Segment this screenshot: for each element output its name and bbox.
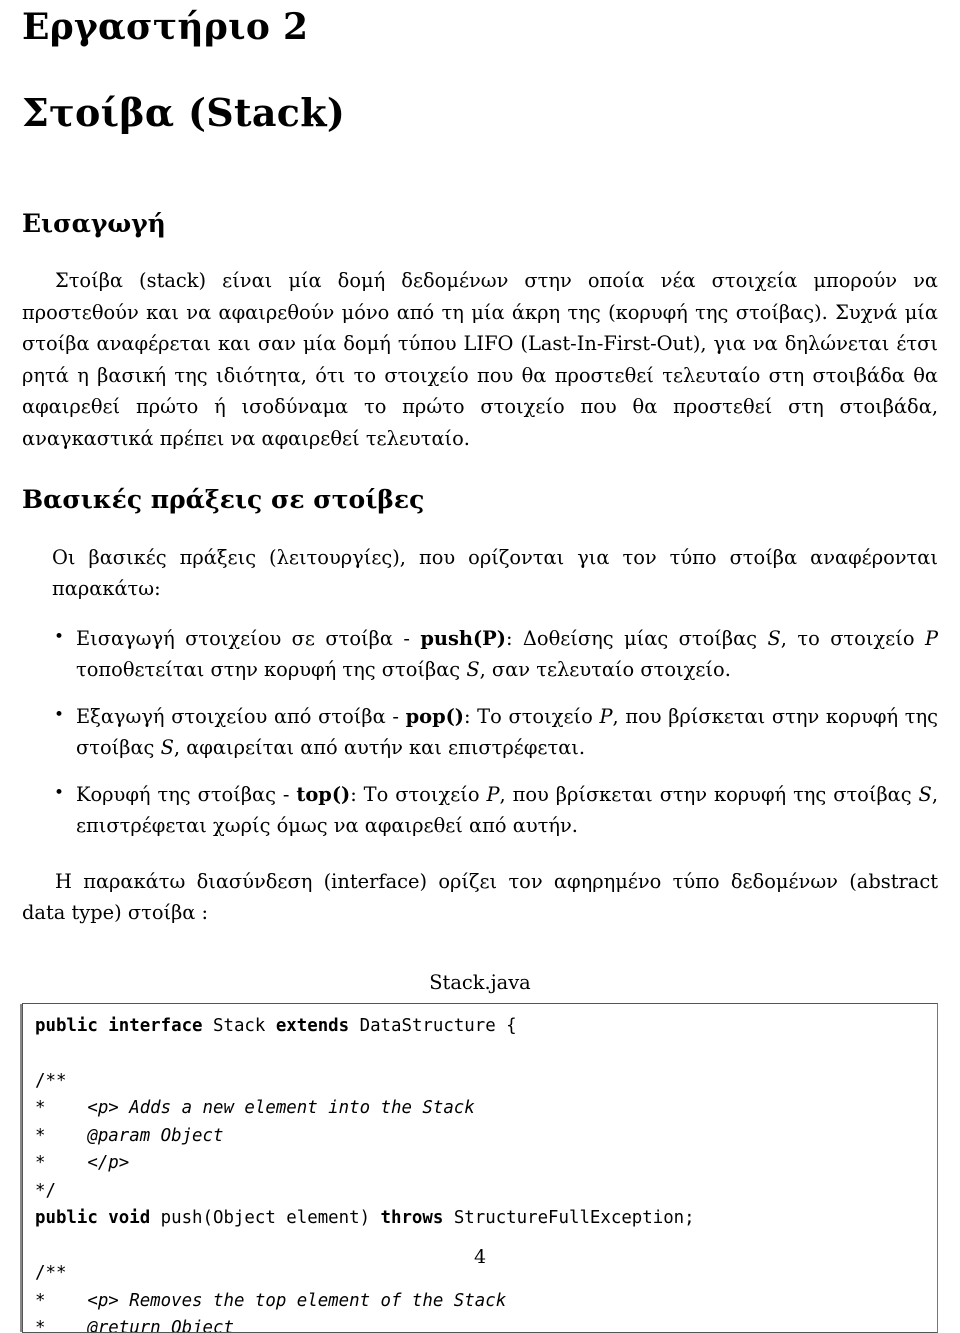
code-token: * (35, 1290, 88, 1311)
operation-text: , το στοιχείο (780, 626, 925, 650)
operation-description: Κορυφή της στοίβας - (76, 782, 297, 806)
operation-text: , σαν τελευταίο στοιχείο. (479, 658, 731, 682)
operation-text: : Δοθείσης μίας στοίβας (505, 626, 768, 650)
code-line: * <p> Removes the top element of the Sta… (35, 1288, 937, 1316)
code-token: throws (380, 1208, 454, 1229)
code-token: * (35, 1098, 88, 1119)
code-token: push(Object element) (160, 1208, 381, 1229)
page-title: Στοίβα (Stack) (22, 89, 346, 135)
code-token: */ (35, 1180, 56, 1201)
operation-text: , που βρίσκεται στην κορυφή της στοίβας (499, 782, 919, 806)
code-token: public interface (35, 1015, 213, 1036)
code-token: <p> Adds a new element into the Stack (87, 1098, 475, 1119)
code-token: <p> Removes the top element of the Stack (87, 1290, 507, 1311)
code-line: * </p> (35, 1150, 937, 1178)
code-line: public void push(Object element) throws … (35, 1205, 937, 1233)
code-token: * (35, 1318, 88, 1333)
interface-paragraph: Η παρακάτω διασύνδεση (interface) ορίζει… (22, 869, 938, 925)
operation-text: : Το στοιχείο (350, 782, 487, 806)
math-variable: P (924, 626, 938, 650)
page-number: 4 (473, 1246, 487, 1268)
intro-section: Εισαγωγή Στοίβα (stack) είναι μία δομή δ… (22, 133, 938, 454)
code-token: public void (35, 1208, 161, 1229)
code-token: </p> (87, 1153, 130, 1174)
code-token: Stack (213, 1015, 276, 1036)
code-line (35, 1040, 937, 1068)
list-item: Κορυφή της στοίβας - top(): Το στοιχείο … (22, 778, 938, 842)
operation-name: pop() (405, 704, 464, 728)
code-token: @param Object (87, 1125, 224, 1146)
operations-list: Εισαγωγή στοιχείου σε στοίβα - push(P): … (22, 605, 938, 842)
code-line: * <p> Adds a new element into the Stack (35, 1095, 937, 1123)
intro-paragraph: Στοίβα (stack) είναι μία δομή δεδομένων … (22, 269, 938, 450)
operation-name: top() (296, 782, 351, 806)
code-line: */ (35, 1178, 937, 1206)
list-item: Εξαγωγή στοιχείου από στοίβα - pop(): Το… (22, 700, 938, 764)
document-page: Εργαστήριο 2 Στοίβα (Stack) Εισαγωγή Στο… (0, 0, 960, 1333)
operation-description: Εξαγωγή στοιχείου από στοίβα - (76, 704, 406, 728)
math-variable: S (767, 626, 781, 650)
operations-section: Βασικές πράξεις σε στοίβες Οι βασικές πρ… (22, 454, 938, 842)
code-token: /** (35, 1070, 67, 1091)
code-line: /** (35, 1068, 937, 1096)
math-variable: S (160, 736, 174, 760)
code-token: @return Object (87, 1318, 234, 1333)
code-token: * (35, 1125, 88, 1146)
code-listing-stack-java: public interface Stack extends DataStruc… (22, 1002, 938, 1333)
code-line: * @return Object (35, 1315, 937, 1333)
operation-text: τοποθετείται στην κορυφή της στοίβας (76, 658, 467, 682)
section-heading-operations: Βασικές πράξεις σε στοίβες (22, 485, 425, 515)
operations-lead-paragraph: Οι βασικές πράξεις (λειτουργίες), που ορ… (52, 545, 938, 601)
code-line: public interface Stack extends DataStruc… (35, 1013, 937, 1041)
code-token: * (35, 1153, 88, 1174)
lab-title: Εργαστήριο 2 (22, 6, 309, 48)
math-variable: P (599, 704, 613, 728)
math-variable: S (918, 782, 932, 806)
code-token: extends (275, 1015, 360, 1036)
list-item: Εισαγωγή στοιχείου σε στοίβα - push(P): … (22, 622, 938, 686)
listing-caption: Stack.java (429, 970, 531, 994)
code-token: StructureFullException; (453, 1208, 695, 1229)
section-heading-introduction: Εισαγωγή (22, 209, 166, 239)
code-token: DataStructure { (359, 1015, 517, 1036)
code-line: * @param Object (35, 1123, 937, 1151)
math-variable: P (486, 782, 500, 806)
operation-text: , αφαιρείται από αυτήν και επιστρέφεται. (173, 736, 586, 760)
operation-name: push(P) (420, 626, 506, 650)
math-variable: S (466, 658, 480, 682)
operation-description: Εισαγωγή στοιχείου σε στοίβα - (76, 626, 421, 650)
operation-text: : Το στοιχείο (463, 704, 600, 728)
